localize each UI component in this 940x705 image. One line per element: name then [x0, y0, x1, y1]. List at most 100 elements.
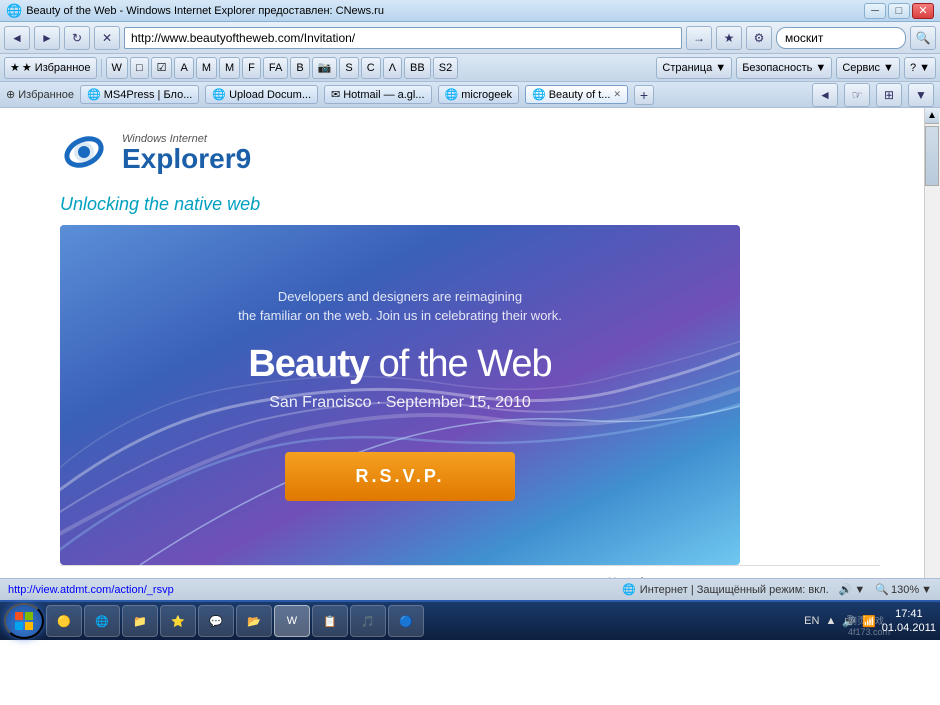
taskbar-btn-folder[interactable]: 📁: [122, 605, 158, 637]
speaker-control: 🔊 ▼: [839, 583, 866, 596]
scroll-thumb[interactable]: [925, 126, 939, 186]
toolbar-btn-lambda[interactable]: Λ: [383, 57, 402, 79]
taskbar: 🟡 🌐 📁 ⭐ 💬 📂 W 📋 🎵 🔵 EN ▲ 🔊 📶 17:41 01.04…: [0, 600, 940, 640]
search-input[interactable]: [776, 27, 906, 49]
taskbar-btn-star[interactable]: ⭐: [160, 605, 196, 637]
favorites-star-button[interactable]: ★ ★ Избранное: [4, 57, 97, 79]
taskbar-btn-music[interactable]: 🎵: [350, 605, 386, 637]
status-right: 🌐 Интернет | Защищённый режим: вкл. 🔊 ▼ …: [622, 583, 932, 596]
address-input[interactable]: [124, 27, 682, 49]
taskbar-btn-1[interactable]: 🟡: [46, 605, 82, 637]
toolbar: ★ ★ Избранное W □ ☑ A M M F FA B 📷 S C Λ…: [0, 54, 940, 82]
zoom-control[interactable]: 🔍 130% ▼: [875, 583, 932, 596]
ie9-logo-text: Windows Internet Explorer9: [122, 133, 251, 173]
address-bar: ◄ ► ↻ ✕ → ★ ⚙ 🔍: [0, 22, 940, 54]
browser-icon: 🌐: [6, 3, 22, 19]
banner-content: Developers and designers are reimagining…: [238, 289, 562, 501]
taskbar-lang: EN: [804, 615, 819, 627]
maximize-button[interactable]: □: [888, 3, 910, 19]
back-button[interactable]: ◄: [4, 26, 30, 50]
speaker-icon: 🔊: [839, 583, 853, 596]
page-content: Windows Internet Explorer9 Unlocking the…: [0, 108, 940, 578]
toolbar-btn-c1[interactable]: C: [361, 57, 381, 79]
taskbar-btn-chat[interactable]: 💬: [198, 605, 234, 637]
status-bar: http://view.atdmt.com/action/_rsvp 🌐 Инт…: [0, 578, 940, 600]
minimize-button[interactable]: ─: [864, 3, 886, 19]
go-button[interactable]: →: [686, 26, 712, 50]
search-button[interactable]: 🔍: [910, 26, 936, 50]
service-menu-button[interactable]: Сервис ▼: [836, 57, 900, 79]
toolbar-btn-b1[interactable]: B: [290, 57, 309, 79]
taskbar-btn-clipboard[interactable]: 📋: [312, 605, 348, 637]
refresh-button[interactable]: ↻: [64, 26, 90, 50]
tools-button[interactable]: ⚙: [746, 26, 772, 50]
security-menu-button[interactable]: Безопасность ▼: [736, 57, 832, 79]
favorites-button[interactable]: ★: [716, 26, 742, 50]
toolbar-separator: [101, 59, 102, 77]
favorites-bar: ⊕ Избранное 🌐 MS4Press | Бло... 🌐 Upload…: [0, 82, 940, 108]
page-footer: Windows | Contact Us | Terms of Use | Tr…: [60, 565, 880, 578]
favorites-label: ⊕ Избранное: [6, 88, 74, 101]
toolbar-btn-bb[interactable]: BB: [404, 57, 431, 79]
start-button[interactable]: [4, 603, 44, 639]
toolbar-btn-m1[interactable]: M: [196, 57, 217, 79]
page-menu-button[interactable]: Страница ▼: [656, 57, 732, 79]
fav-item-beauty[interactable]: 🌐 Beauty of t... ✕: [525, 85, 628, 104]
ie9-logo-icon: [60, 128, 110, 178]
banner: Developers and designers are reimagining…: [60, 225, 740, 565]
nav-dropdown[interactable]: ▼: [908, 83, 934, 107]
ie9-header: Windows Internet Explorer9: [60, 128, 880, 178]
toolbar-btn-a[interactable]: A: [174, 57, 193, 79]
rsvp-button[interactable]: R.S.V.P.: [285, 452, 514, 501]
footer-hosted-label: Hosted in the cloud on: [608, 576, 652, 578]
banner-subtitle2: the familiar on the web. Join us in cele…: [238, 308, 562, 323]
taskbar-arrow-up: ▲: [825, 615, 836, 627]
toolbar-btn-w[interactable]: W: [106, 57, 128, 79]
zone-text: Интернет | Защищённый режим: вкл.: [640, 584, 829, 596]
scroll-up-button[interactable]: ▲: [925, 108, 939, 124]
toolbar-btn-box[interactable]: □: [130, 57, 149, 79]
zoom-dropdown-icon: ▼: [921, 584, 932, 596]
forward-button[interactable]: ►: [34, 26, 60, 50]
nav-cursor[interactable]: ☞: [844, 83, 870, 107]
taskbar-btn-blue[interactable]: 🔵: [388, 605, 424, 637]
banner-subtitle1: Developers and designers are reimagining: [238, 289, 562, 304]
status-zone: 🌐 Интернет | Защищённый режим: вкл.: [622, 583, 829, 596]
close-button[interactable]: ✕: [912, 3, 934, 19]
toolbar-btn-s1[interactable]: S: [339, 57, 358, 79]
help-menu-button[interactable]: ? ▼: [904, 57, 936, 79]
title-bar: 🌐 Beauty of the Web - Windows Internet E…: [0, 0, 940, 22]
new-tab-button[interactable]: +: [634, 85, 654, 105]
status-url: http://view.atdmt.com/action/_rsvp: [8, 584, 174, 596]
ie9-tagline: Unlocking the native web: [60, 194, 880, 215]
toolbar-btn-check[interactable]: ☑: [151, 57, 173, 79]
stop-button[interactable]: ✕: [94, 26, 120, 50]
nav-prev-tab[interactable]: ◄: [812, 83, 838, 107]
watermark: 网页游戏4f173.com: [848, 616, 890, 638]
banner-title: Beauty of the Web: [238, 343, 562, 386]
fav-item-ms4press[interactable]: 🌐 MS4Press | Бло...: [80, 85, 199, 104]
zoom-level: 130%: [891, 584, 919, 596]
ie9-explorer-label: Explorer9: [122, 145, 251, 173]
banner-title-rest: of the Web: [369, 343, 552, 385]
fav-item-microgeek[interactable]: 🌐 microgeek: [438, 85, 519, 104]
title-bar-left: 🌐 Beauty of the Web - Windows Internet E…: [6, 3, 384, 19]
browser-content: ▲ ▼ Windows Internet Explorer9 U: [0, 108, 940, 578]
banner-title-bold: Beauty: [248, 343, 369, 385]
scrollbar[interactable]: ▲ ▼: [924, 108, 940, 578]
footer-azure: Hosted in the cloud on WindowsAzure Micr…: [608, 576, 820, 578]
toolbar-btn-fa[interactable]: FA: [263, 57, 288, 79]
title-bar-text: Beauty of the Web - Windows Internet Exp…: [26, 5, 384, 17]
fav-item-upload[interactable]: 🌐 Upload Docum...: [205, 85, 318, 104]
fav-item-hotmail[interactable]: ✉ Hotmail — a.gl...: [324, 85, 432, 104]
taskbar-btn-docs[interactable]: 📂: [236, 605, 272, 637]
toolbar-btn-m2[interactable]: M: [219, 57, 240, 79]
title-bar-controls: ─ □ ✕: [864, 3, 934, 19]
toolbar-btn-cam[interactable]: 📷: [312, 57, 338, 79]
toolbar-btn-f1[interactable]: F: [242, 57, 261, 79]
nav-grid[interactable]: ⊞: [876, 83, 902, 107]
zone-icon: 🌐: [622, 583, 636, 596]
taskbar-btn-word[interactable]: W: [274, 605, 310, 637]
toolbar-btn-s2[interactable]: S2: [433, 57, 458, 79]
taskbar-btn-ie[interactable]: 🌐: [84, 605, 120, 637]
